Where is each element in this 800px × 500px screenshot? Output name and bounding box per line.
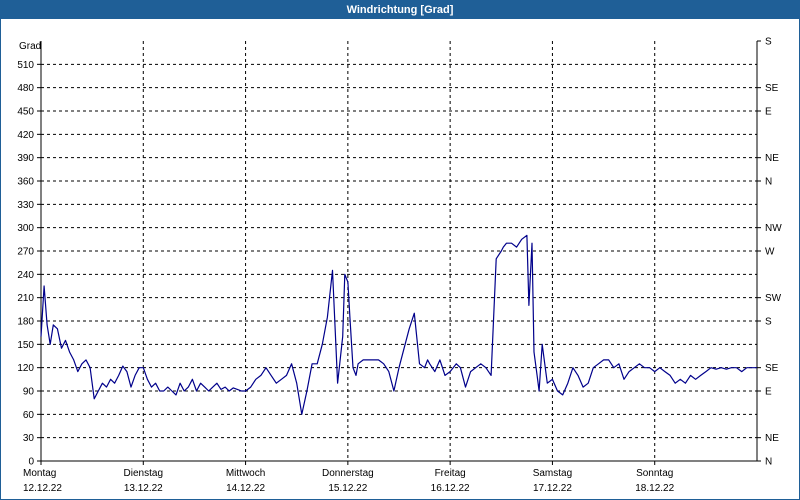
- y2-tick-label: SW: [765, 293, 782, 304]
- y-tick-label: 240: [17, 270, 34, 281]
- x-tick-label-date: 18.12.22: [635, 483, 674, 494]
- y-tick-label: 0: [28, 457, 34, 468]
- y-tick-label: 420: [17, 130, 34, 141]
- series-line: [40, 234, 757, 415]
- y2-tick-label: E: [765, 107, 772, 118]
- x-tick-label-day: Dienstag: [124, 468, 163, 479]
- grid-lines: [41, 41, 757, 461]
- x-tick-label-day: Samstag: [533, 468, 572, 479]
- series-layer: [40, 234, 757, 415]
- x-tick-label-day: Mittwoch: [226, 468, 265, 479]
- y-tick-label: 480: [17, 83, 34, 94]
- y2-tick-label: NW: [765, 223, 782, 234]
- y2-tick-label: E: [765, 387, 772, 398]
- y-tick-label: 90: [23, 387, 35, 398]
- x-tick-label-day: Sonntag: [636, 468, 673, 479]
- y-tick-label: 120: [17, 363, 34, 374]
- y2-tick-label: N: [765, 177, 772, 188]
- y-tick-label: 390: [17, 153, 34, 164]
- y2-tick-label: S: [765, 37, 772, 48]
- y-tick-label: 210: [17, 293, 34, 304]
- x-tick-label-day: Montag: [23, 468, 56, 479]
- y2-tick-label: W: [765, 247, 775, 258]
- y2-tick-label: NE: [765, 153, 779, 164]
- y2-tick-label: NE: [765, 433, 779, 444]
- y-tick-label: 30: [23, 433, 35, 444]
- y-tick-labels: 0 30 60 90 120 150 180 210 240 270 300 330 360 390 420…: [17, 60, 34, 468]
- x-tick-label-date: 15.12.22: [328, 483, 367, 494]
- x-tick-label-day: Donnerstag: [322, 468, 374, 479]
- y2-tick-labels: N NE E SE S SW W NW N NE E SE S: [765, 37, 782, 468]
- x-tick-label-date: 13.12.22: [124, 483, 163, 494]
- y-tick-label: 360: [17, 177, 34, 188]
- y2-tick-label: SE: [765, 363, 779, 374]
- chart-window: Windrichtung [Grad] Grad 0 30 60 90 120 150 18…: [0, 0, 800, 500]
- y2-tick-label: N: [765, 457, 772, 468]
- x-tick-label-date: 12.12.22: [23, 483, 62, 494]
- y-tick-label: 330: [17, 200, 34, 211]
- window-title: Windrichtung [Grad]: [1, 1, 799, 19]
- y2-tick-label: S: [765, 317, 772, 328]
- y-tick-label: 450: [17, 107, 34, 118]
- x-tick-label-date: 14.12.22: [226, 483, 265, 494]
- y-tick-label: 510: [17, 60, 34, 71]
- x-tick-label-day: Freitag: [435, 468, 466, 479]
- x-tick-labels: Montag 12.12.22 Dienstag 13.12.22 Mittwoch 14…: [23, 468, 675, 494]
- y2-tick-label: SE: [765, 83, 779, 94]
- wind-direction-chart: Grad 0 30 60 90 120 150 180 210 240 270 300 330 360 3…: [17, 37, 782, 495]
- y-tick-label: 60: [23, 410, 35, 421]
- y-tick-label: 180: [17, 317, 34, 328]
- y-tick-label: 270: [17, 247, 34, 258]
- y-tick-label: 150: [17, 340, 34, 351]
- axes: [37, 40, 761, 465]
- x-tick-label-date: 16.12.22: [431, 483, 470, 494]
- x-tick-label-date: 17.12.22: [533, 483, 572, 494]
- y-tick-label: 300: [17, 223, 34, 234]
- y-axis-label: Grad: [19, 41, 41, 52]
